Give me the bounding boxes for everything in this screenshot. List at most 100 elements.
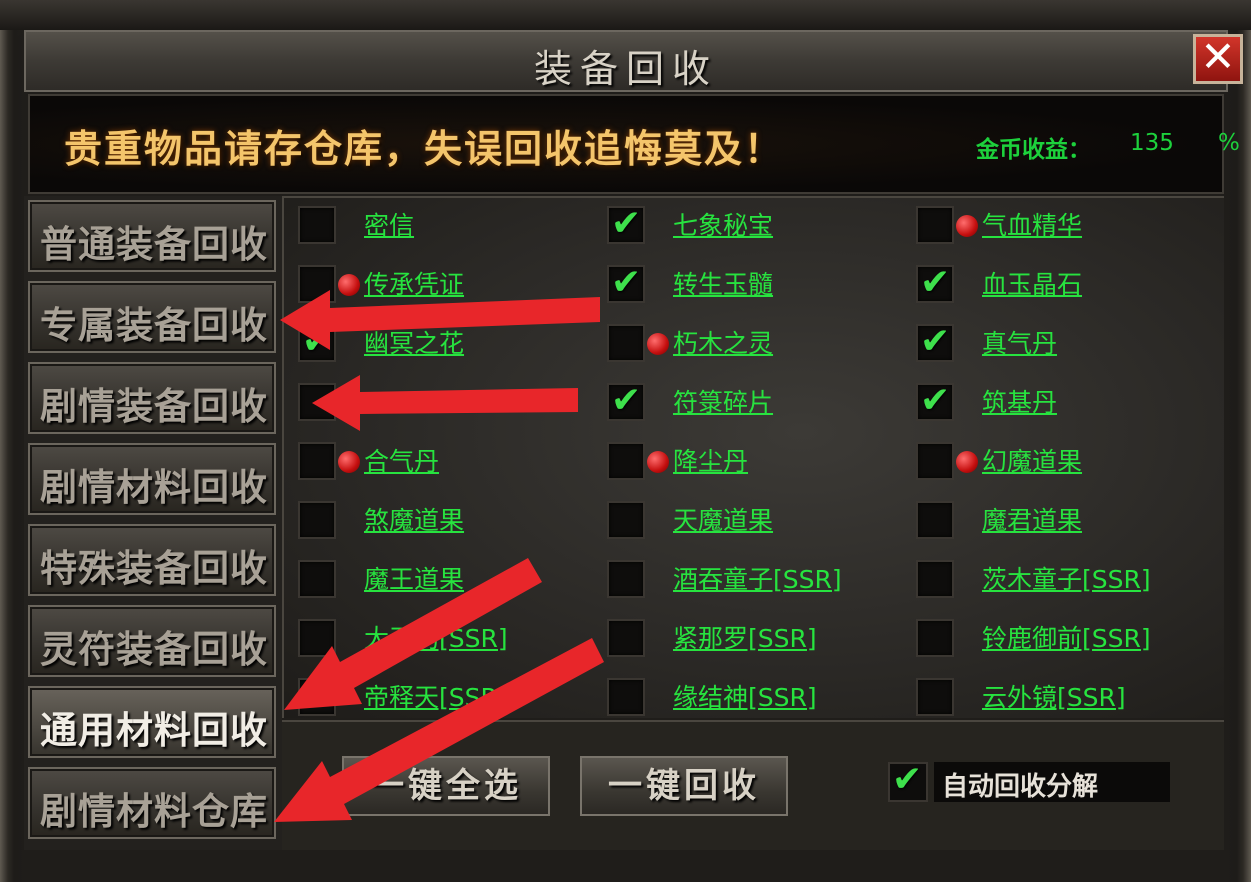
sidebar-item-story-warehouse[interactable]: 剧情材料仓库 [28, 767, 276, 839]
item-checkbox[interactable] [916, 206, 954, 244]
sidebar-item-label: 普通装备回收 [40, 222, 268, 266]
item-checkbox[interactable] [916, 560, 954, 598]
item-checkbox[interactable] [916, 442, 954, 480]
checkmark-icon: ✔ [920, 380, 951, 421]
item-checkbox[interactable] [607, 619, 645, 657]
item-checkbox[interactable]: ✔ [298, 322, 336, 362]
red-dot-icon [956, 451, 978, 473]
red-dot-icon [338, 451, 360, 473]
list-item: 传承凭证 [298, 259, 598, 309]
auto-recycle-checkbox[interactable]: ✔ [888, 760, 928, 802]
list-item: ✔ 七象秘宝 [607, 200, 907, 250]
item-label[interactable]: 幻魔道果 [982, 442, 1082, 478]
list-item: 酒吞童子[SSR] [607, 554, 907, 604]
item-checkbox[interactable] [607, 678, 645, 716]
item-label[interactable]: 大天狗[SSR] [364, 619, 508, 655]
item-checkbox[interactable] [607, 324, 645, 362]
item-label[interactable]: 魔王道果 [364, 560, 464, 596]
item-label[interactable]: 传承凭证 [364, 265, 464, 301]
item-label[interactable]: 帝释天[SSR] [364, 678, 508, 714]
item-label[interactable]: 符箓碎片 [673, 383, 773, 419]
item-label[interactable]: 朽木之灵 [673, 324, 773, 360]
item-checkbox[interactable]: ✔ [607, 263, 645, 303]
sidebar-item-general-material[interactable]: 通用材料回收 [28, 686, 276, 758]
item-checkbox[interactable] [298, 678, 336, 716]
sidebar-item-exclusive-equip[interactable]: 专属装备回收 [28, 281, 276, 353]
list-item: 缘结神[SSR] [607, 672, 907, 722]
list-item: 紧那罗[SSR] [607, 613, 907, 663]
item-checkbox[interactable] [916, 501, 954, 539]
item-label[interactable]: 缘结神[SSR] [673, 678, 817, 714]
item-label[interactable]: 酒吞童子[SSR] [673, 560, 842, 596]
item-checkbox[interactable] [298, 383, 336, 421]
sidebar-item-talisman-equip[interactable]: 灵符装备回收 [28, 605, 276, 677]
item-checkbox[interactable] [916, 619, 954, 657]
select-all-button[interactable]: 一键全选 [342, 756, 550, 816]
sidebar-item-label: 专属装备回收 [40, 303, 268, 347]
item-checkbox[interactable] [607, 501, 645, 539]
item-checkbox[interactable] [607, 442, 645, 480]
list-item: 帝释天[SSR] [298, 672, 598, 722]
item-label[interactable]: 七象秘宝 [673, 206, 773, 242]
list-item: 铃鹿御前[SSR] [916, 613, 1216, 663]
item-checkbox[interactable]: ✔ [607, 204, 645, 244]
sidebar-item-normal-equip[interactable]: 普通装备回收 [28, 200, 276, 272]
item-checkbox[interactable] [298, 265, 336, 303]
item-label[interactable]: 茨木童子[SSR] [982, 560, 1151, 596]
item-label[interactable]: 紧那罗[SSR] [673, 619, 817, 655]
item-label[interactable]: 云外镜[SSR] [982, 678, 1126, 714]
item-checkbox[interactable] [298, 619, 336, 657]
item-checkbox[interactable] [607, 560, 645, 598]
list-item: ✔ 真气丹 [916, 318, 1216, 368]
item-checkbox[interactable]: ✔ [916, 263, 954, 303]
recycle-label: 一键回收 [608, 766, 760, 806]
item-label[interactable]: 天魔道果 [673, 501, 773, 537]
category-sidebar: 普通装备回收 专属装备回收 剧情装备回收 剧情材料回收 特殊装备回收 灵符装备回… [24, 196, 282, 850]
list-item: ✔ 血玉晶石 [916, 259, 1216, 309]
sidebar-item-story-equip[interactable]: 剧情装备回收 [28, 362, 276, 434]
item-checkbox[interactable] [916, 678, 954, 716]
sidebar-item-label: 特殊装备回收 [40, 546, 268, 590]
sidebar-item-special-equip[interactable]: 特殊装备回收 [28, 524, 276, 596]
item-grid: 密信 ✔ 七象秘宝 气血精华传承凭证 ✔ 转生玉髓 ✔ 血玉晶石 ✔ 幽冥之花 朽木之灵 ✔ 真气丹 ✔ 符… [282, 196, 1224, 718]
item-label[interactable]: 幽冥之花 [364, 324, 464, 360]
window-title: 装备回收 [533, 47, 718, 91]
item-checkbox[interactable]: ✔ [916, 380, 954, 421]
list-item [298, 377, 598, 427]
list-item: ✔ 符箓碎片 [607, 377, 907, 427]
gold-income-value: 135 [1130, 130, 1174, 156]
item-label[interactable]: 合气丹 [364, 442, 439, 478]
sidebar-item-label: 剧情装备回收 [40, 384, 268, 428]
sidebar-item-label: 剧情材料回收 [40, 465, 268, 509]
item-checkbox[interactable] [298, 206, 336, 244]
item-label[interactable]: 筑基丹 [982, 383, 1057, 419]
item-label[interactable]: 煞魔道果 [364, 501, 464, 537]
item-label[interactable]: 铃鹿御前[SSR] [982, 619, 1151, 655]
item-label[interactable]: 降尘丹 [673, 442, 748, 478]
item-label[interactable]: 真气丹 [982, 324, 1057, 360]
close-icon: ✕ [1200, 32, 1236, 81]
sidebar-item-story-material[interactable]: 剧情材料回收 [28, 443, 276, 515]
sidebar-item-label: 灵符装备回收 [40, 627, 268, 671]
list-item: 合气丹 [298, 436, 598, 486]
item-label[interactable]: 魔君道果 [982, 501, 1082, 537]
list-item: ✔ 转生玉髓 [607, 259, 907, 309]
sidebar-item-label: 剧情材料仓库 [40, 789, 268, 833]
list-item: 魔君道果 [916, 495, 1216, 545]
item-checkbox[interactable]: ✔ [607, 381, 645, 421]
close-button[interactable]: ✕ [1193, 34, 1243, 84]
item-checkbox[interactable]: ✔ [916, 322, 954, 362]
list-item: 煞魔道果 [298, 495, 598, 545]
recycle-button[interactable]: 一键回收 [580, 756, 788, 816]
item-label[interactable]: 转生玉髓 [673, 265, 773, 301]
auto-recycle-label: 自动回收分解 [942, 772, 1099, 802]
select-all-label: 一键全选 [370, 766, 522, 806]
item-label[interactable]: 密信 [364, 206, 414, 242]
item-label[interactable]: 气血精华 [982, 206, 1082, 242]
item-checkbox[interactable] [298, 560, 336, 598]
item-checkbox[interactable] [298, 501, 336, 539]
top-strip [0, 0, 1251, 30]
item-checkbox[interactable] [298, 442, 336, 480]
item-label[interactable]: 血玉晶石 [982, 265, 1082, 301]
red-dot-icon [338, 274, 360, 296]
